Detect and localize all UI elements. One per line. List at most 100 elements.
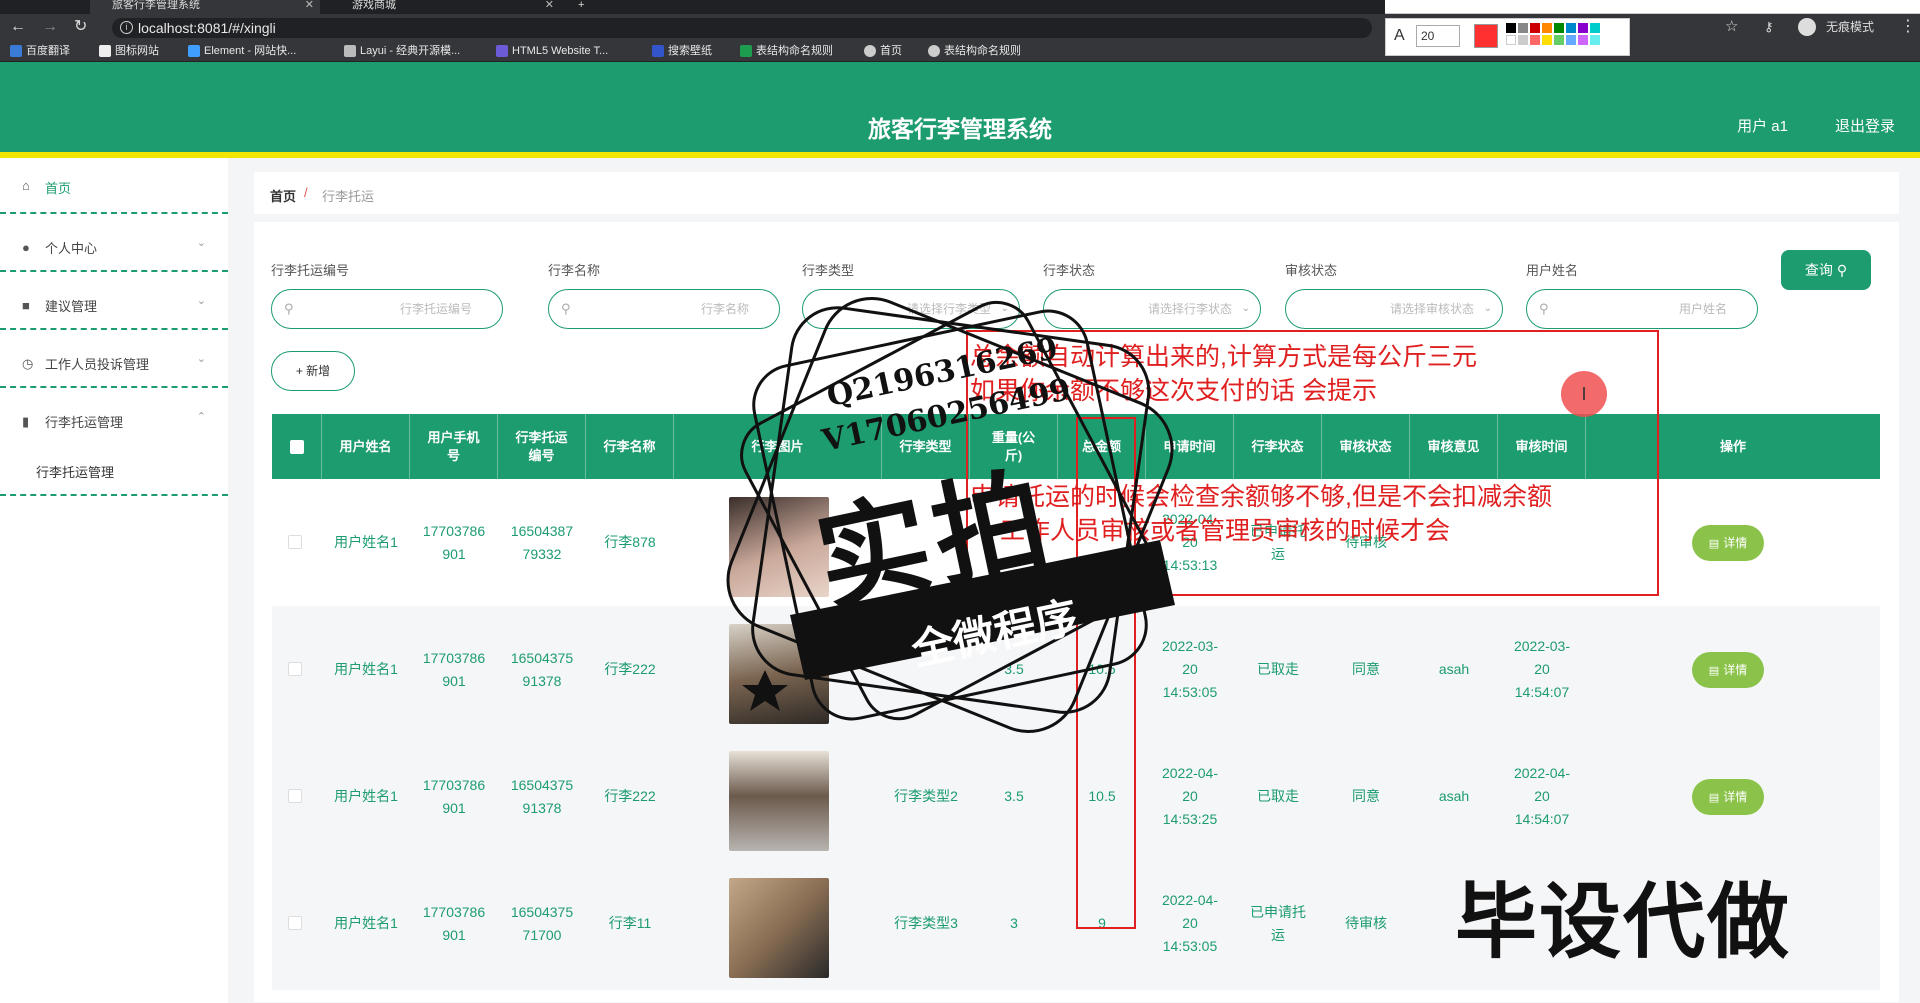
chevron-down-icon: ⌄ [196,295,206,307]
filter-username-input[interactable]: ⚲ 用户姓名 [1526,289,1758,329]
filter-label: 审核状态 [1285,263,1338,278]
cell-opinion: asah [1438,788,1470,804]
cell-audit-time: 2022-03-20 14:54:07 [1513,638,1571,700]
submenu-item-luggage-management[interactable]: 行李托运管理 [36,462,114,481]
sidebar-item-complaints[interactable]: ◷ 工作人员投诉管理 ⌄ [0,332,228,388]
video-icon: ■ [22,298,30,313]
filter-audit-select[interactable]: 请选择审核状态 ⌄ [1285,289,1503,329]
row-checkbox[interactable] [288,789,302,803]
col-header: 用户手机号 [410,414,498,479]
bookmark[interactable]: 图标网站 [99,44,159,58]
app-title: 旅客行李管理系统 [868,116,1052,142]
close-icon[interactable]: ✕ [545,0,554,11]
filter-label: 行李托运编号 [271,263,350,278]
bookmark[interactable]: HTML5 Website T... [496,44,608,58]
cell-audit-time: 2022-04-20 14:54:07 [1513,765,1571,827]
cell-item-name: 行李11 [608,915,652,931]
placeholder-text: 行李托运编号 [399,302,472,316]
current-user: 用户 a1 [1737,118,1788,135]
detail-button[interactable]: ▤ 详情 [1692,652,1764,688]
chevron-down-icon: ⌄ [196,237,206,249]
cell-weight: 3.5 [1004,788,1024,804]
bookmark[interactable]: 表结构命名规则 [928,44,1021,58]
browser-tab-active[interactable]: 旅客行李管理系统 ✕ [90,0,320,14]
text-tool-icon[interactable]: A [1394,27,1405,45]
bar-chart-icon: ▮ [22,414,30,429]
back-icon[interactable]: ← [10,18,26,36]
filter-label: 行李名称 [548,263,601,278]
current-color-swatch[interactable] [1474,24,1498,48]
button-label: 查询 [1804,262,1833,278]
bookmark[interactable]: 搜索壁纸 [652,44,712,58]
element-icon [188,45,200,57]
col-header: 行李名称 [586,414,674,479]
cell-status: 已申请托运 [1250,903,1306,943]
drawing-tools-row[interactable] [1385,0,1920,14]
row-checkbox[interactable] [288,535,302,549]
cell-user-name: 用户姓名1 [334,534,398,550]
sidebar-item-home[interactable]: ⌂ 首页 [0,158,228,214]
cell-audit: 同意 [1352,788,1380,804]
luggage-photo [729,878,829,978]
forward-icon[interactable]: → [42,18,58,36]
cell-phone: 17703786901 [422,522,486,562]
home-icon: ⌂ [22,178,30,193]
document-icon: ▤ [1708,538,1720,550]
filter-code-input[interactable]: ⚲ 行李托运编号 [271,289,503,329]
filter-label: 用户姓名 [1526,263,1579,278]
cell-weight: 3 [1010,915,1018,931]
cell-user-name: 用户姓名1 [334,661,398,677]
cell-apply-time: 2022-04-20 14:53:25 [1161,765,1219,827]
cell-status: 已取走 [1257,788,1299,804]
layui-icon [344,45,356,57]
breadcrumb: 首页 / 行李托运 [254,172,1899,214]
query-button[interactable]: 查询 ⚲ [1781,250,1871,290]
wallpaper-icon [652,45,664,57]
browser-tab[interactable]: 游戏商城 ✕ [330,0,560,14]
bookmark[interactable]: 表结构命名规则 [740,44,833,58]
info-icon[interactable]: i [120,21,133,34]
bookmark[interactable]: Element - 网站快... [188,44,296,58]
sidebar-item-personal-center[interactable]: ● 个人中心 ⌄ [0,216,228,272]
tab-title: 游戏商城 [352,0,396,11]
row-checkbox[interactable] [288,916,302,930]
reload-icon[interactable]: ↻ [74,18,87,36]
col-header: 行李托运编号 [498,414,586,479]
cell-phone: 17703786901 [422,776,486,816]
add-button[interactable]: + 新增 [271,351,355,391]
bookmark[interactable]: 百度翻译 [10,44,70,58]
select-all-checkbox[interactable] [290,440,304,454]
sidebar-item-suggestions[interactable]: ■ 建议管理 ⌄ [0,274,228,330]
globe-icon [864,45,876,57]
breadcrumb-separator: / [304,185,308,200]
bookmark[interactable]: 首页 [864,44,902,58]
new-tab-button[interactable]: + [572,0,602,14]
url-text: localhost:8081/#/xingli [138,20,276,36]
cell-audit: 同意 [1352,661,1380,677]
detail-button[interactable]: ▤ 详情 [1692,525,1764,561]
chevron-down-icon: ⌄ [1483,303,1492,314]
search-icon: ⚲ [1539,301,1549,316]
drawing-style-panel[interactable]: A 20 [1385,18,1630,56]
sidebar-item-label: 个人中心 [45,241,98,256]
row-checkbox[interactable] [288,662,302,676]
detail-button[interactable]: ▤ 详情 [1692,779,1764,815]
cell-code: 1650437571700 [510,903,574,943]
flag-icon [99,45,111,57]
cell-type: 行李类型3 [894,915,958,931]
cell-apply-time: 2022-04-20 14:53:05 [1161,892,1219,954]
logout-link[interactable]: 退出登录 [1835,115,1895,136]
url-field[interactable]: i localhost:8081/#/xingli [112,18,1372,38]
breadcrumb-home[interactable]: 首页 [270,186,296,205]
cell-item-name: 行李222 [604,788,656,804]
close-icon[interactable]: ✕ [305,0,314,11]
bookmark-icon [10,45,22,57]
cell-code: 1650438779332 [510,522,574,562]
chevron-down-icon: ⌄ [196,353,206,365]
globe-icon [928,45,940,57]
search-icon: ⚲ [561,301,571,316]
font-size-select[interactable]: 20 [1416,25,1460,47]
bookmark[interactable]: Layui - 经典开源模... [344,44,460,58]
chevron-up-icon: ⌃ [196,411,206,423]
cell-user-name: 用户姓名1 [334,915,398,931]
